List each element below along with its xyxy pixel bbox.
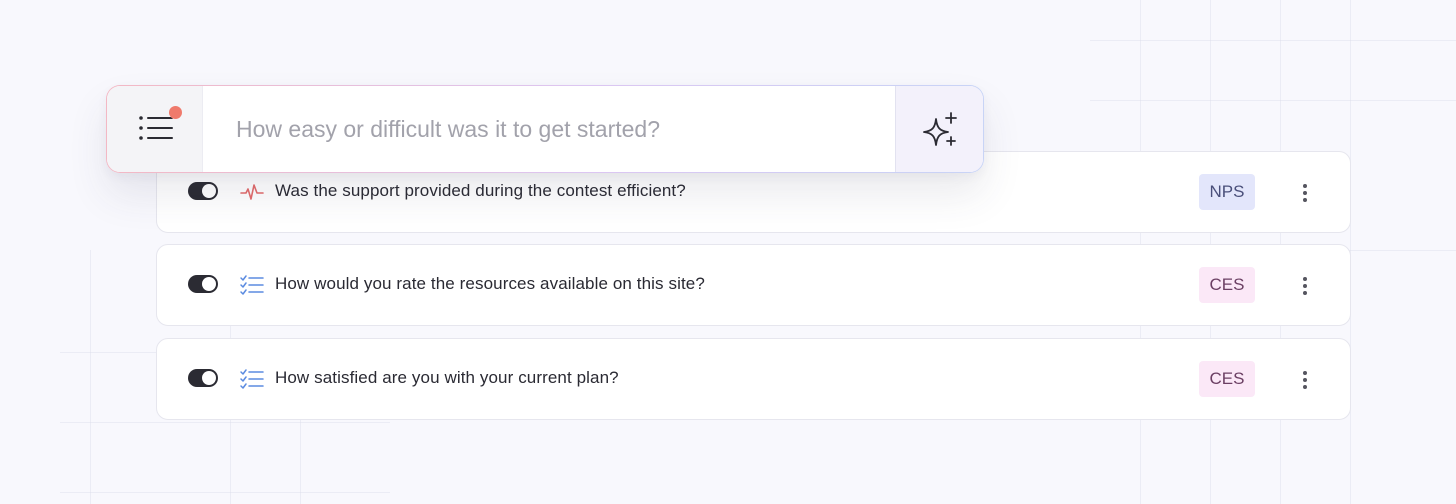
more-options-icon[interactable] bbox=[1293, 180, 1317, 206]
question-row[interactable]: How would you rate the resources availab… bbox=[156, 244, 1351, 326]
question-text: How would you rate the resources availab… bbox=[275, 274, 705, 293]
sparkles-icon bbox=[923, 112, 957, 146]
question-input-bar-inner bbox=[107, 86, 983, 172]
more-options-icon[interactable] bbox=[1293, 273, 1317, 299]
enable-toggle[interactable] bbox=[188, 182, 218, 200]
bg-grid-line bbox=[60, 492, 390, 493]
question-list-button[interactable] bbox=[107, 86, 203, 172]
heartbeat-icon bbox=[240, 184, 264, 200]
more-options-icon[interactable] bbox=[1293, 367, 1317, 393]
ai-generate-button[interactable] bbox=[895, 86, 983, 172]
question-type-badge: CES bbox=[1199, 361, 1255, 397]
question-type-badge: CES bbox=[1199, 267, 1255, 303]
enable-toggle[interactable] bbox=[188, 369, 218, 387]
bg-grid-line bbox=[90, 250, 91, 504]
checklist-icon bbox=[240, 369, 264, 389]
enable-toggle[interactable] bbox=[188, 275, 218, 293]
checklist-icon bbox=[240, 275, 264, 295]
bg-grid-line bbox=[1090, 100, 1456, 101]
question-row[interactable]: How satisfied are you with your current … bbox=[156, 338, 1351, 420]
list-icon bbox=[139, 116, 173, 140]
toggle-knob bbox=[202, 371, 216, 385]
toggle-knob bbox=[202, 277, 216, 291]
question-input-bar bbox=[106, 85, 984, 173]
bg-grid-line bbox=[1090, 40, 1456, 41]
question-type-badge: NPS bbox=[1199, 174, 1255, 210]
question-input[interactable] bbox=[204, 86, 894, 172]
question-text: Was the support provided during the cont… bbox=[275, 181, 686, 200]
notification-dot bbox=[169, 106, 182, 119]
toggle-knob bbox=[202, 184, 216, 198]
bg-grid-line bbox=[60, 422, 390, 423]
question-text: How satisfied are you with your current … bbox=[275, 368, 619, 387]
